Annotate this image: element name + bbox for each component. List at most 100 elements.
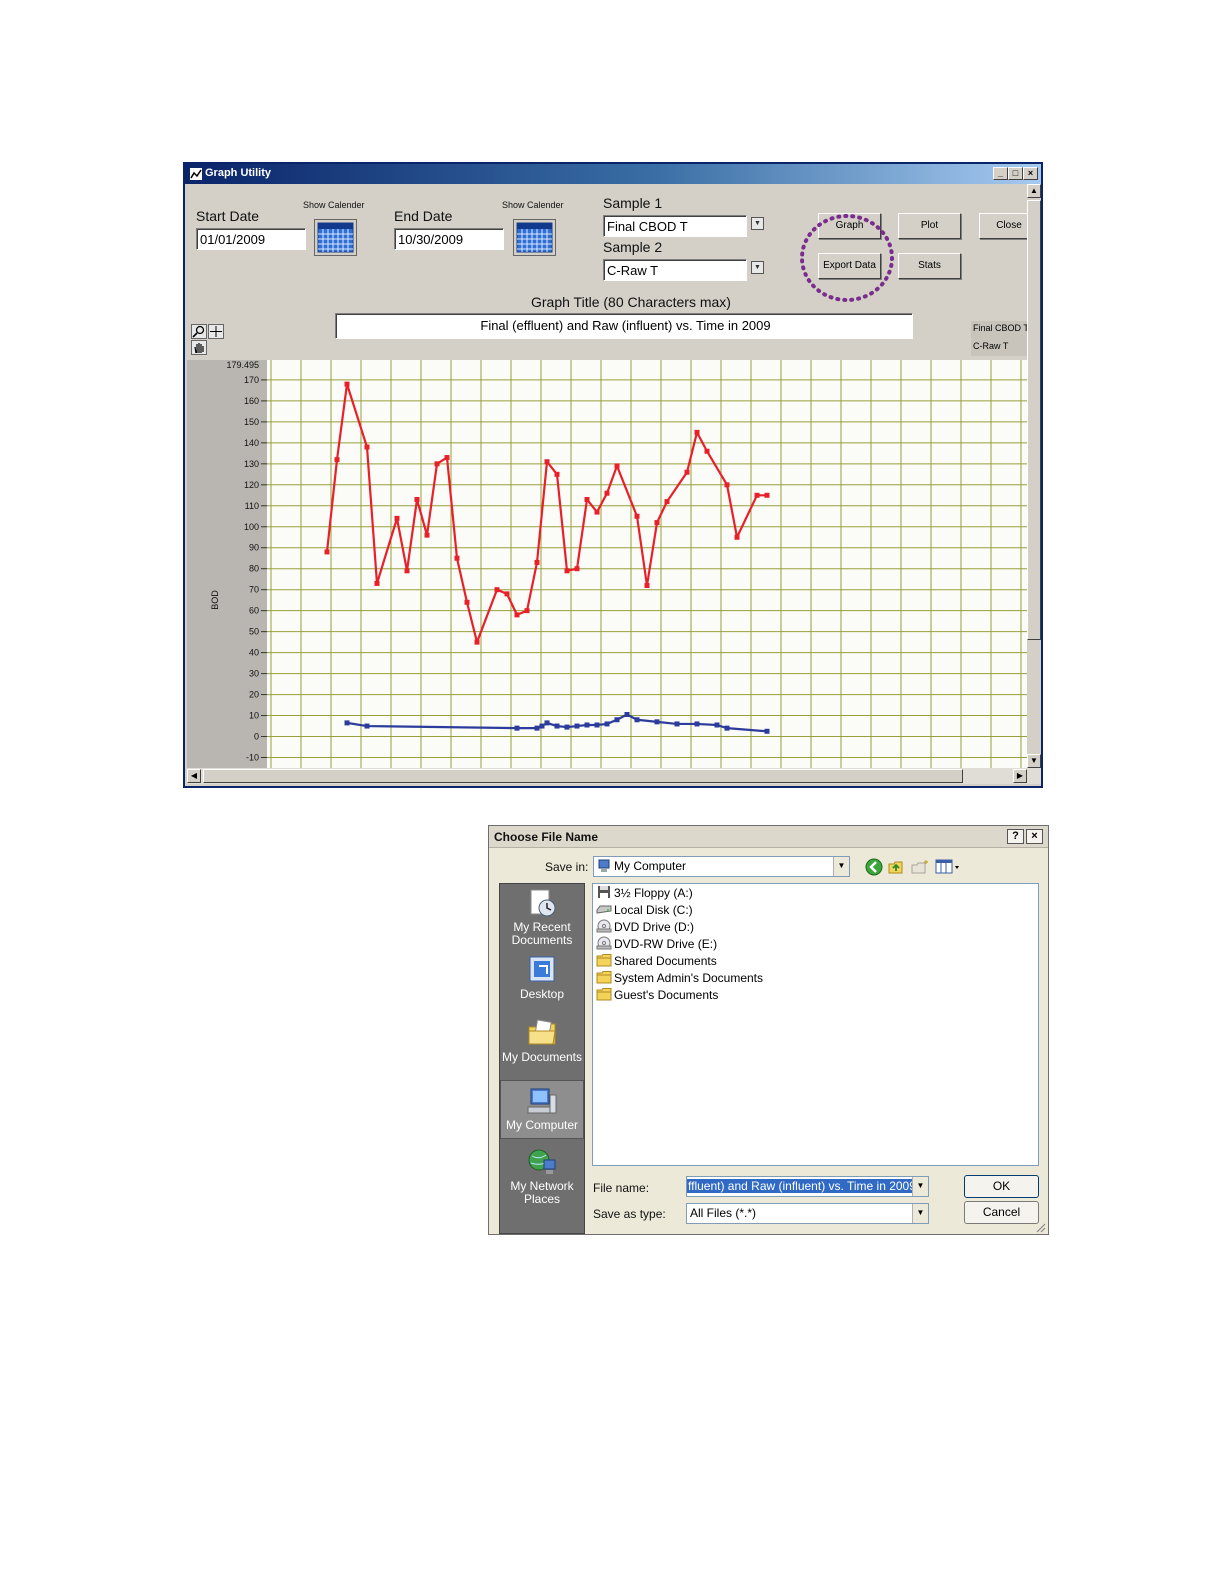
calendar-icon[interactable] xyxy=(513,219,556,256)
scroll-thumb[interactable] xyxy=(203,769,963,783)
close-window-button[interactable]: × xyxy=(1023,167,1038,180)
calendar-icon[interactable] xyxy=(314,219,357,256)
y-tick-label: 70 xyxy=(249,585,259,595)
plot-button[interactable]: Plot xyxy=(898,213,961,239)
folder-icon xyxy=(596,988,612,1001)
dialog-title-bar[interactable]: Choose File Name ? × xyxy=(489,826,1048,848)
scroll-left-icon[interactable]: ◀ xyxy=(187,769,201,783)
scroll-right-icon[interactable]: ▶ xyxy=(1013,769,1027,783)
file-list: 3½ Floppy (A:) Local Disk (C:) DVD Drive (… xyxy=(592,883,1039,1166)
y-tick-label: 30 xyxy=(249,669,259,679)
dialog-title: Choose File Name xyxy=(494,830,599,844)
back-icon[interactable] xyxy=(865,858,883,876)
cancel-button[interactable]: Cancel xyxy=(964,1201,1039,1224)
start-date-input[interactable]: 01/01/2009 xyxy=(196,228,306,250)
save-in-select[interactable]: My Computer ▼ xyxy=(593,856,850,877)
chevron-down-icon[interactable]: ▼ xyxy=(912,1177,928,1196)
chevron-down-icon[interactable]: ▼ xyxy=(912,1204,928,1223)
place-desktop[interactable]: Desktop xyxy=(500,954,584,1001)
data-point xyxy=(534,725,540,731)
data-point xyxy=(364,444,370,450)
y-axis-label: BOD xyxy=(210,590,220,610)
data-point xyxy=(414,496,420,502)
window-title: Graph Utility xyxy=(205,167,272,179)
app-icon xyxy=(190,168,202,180)
title-bar[interactable]: Graph Utility _ □ × xyxy=(185,164,1041,184)
ok-button[interactable]: OK xyxy=(964,1175,1039,1198)
file-name: Guest's Documents xyxy=(614,988,719,1002)
chart-area: 179.495 170 160 150 140 130 120 110 100 90 80 70 60 5… xyxy=(187,360,1027,768)
file-list-item[interactable]: DVD Drive (D:) xyxy=(596,919,694,935)
file-list-item[interactable]: Guest's Documents xyxy=(596,987,718,1003)
place-network-places[interactable]: My Network Places xyxy=(500,1146,584,1206)
resize-grip-icon[interactable] xyxy=(1034,1221,1046,1233)
graph-window-client: Start Date 01/01/2009 Show Calender End … xyxy=(187,184,1027,768)
horizontal-scrollbar[interactable]: ◀ ▶ xyxy=(187,768,1041,784)
desktop-icon xyxy=(529,956,555,982)
up-folder-icon[interactable] xyxy=(887,858,905,876)
maximize-button[interactable]: □ xyxy=(1008,167,1023,180)
help-button[interactable]: ? xyxy=(1007,829,1024,844)
y-tick-label: -10 xyxy=(246,753,259,763)
sample2-select[interactable]: C-Raw T xyxy=(603,259,747,281)
chevron-down-icon[interactable]: ▼ xyxy=(751,217,764,230)
minimize-button[interactable]: _ xyxy=(993,167,1008,180)
save-as-type-value: All Files (*.*) xyxy=(690,1206,757,1220)
file-list-item[interactable]: Shared Documents xyxy=(596,953,717,969)
close-dialog-button[interactable]: × xyxy=(1026,829,1043,844)
data-point xyxy=(614,717,620,723)
data-point xyxy=(574,723,580,729)
data-point xyxy=(494,587,500,593)
views-icon[interactable] xyxy=(935,858,961,876)
zoom-icon[interactable] xyxy=(191,324,207,339)
save-as-type-select[interactable]: All Files (*.*) ▼ xyxy=(686,1203,929,1224)
data-point xyxy=(404,568,410,574)
recent-documents-icon xyxy=(530,889,556,917)
data-point xyxy=(474,639,480,645)
file-list-item[interactable]: Local Disk (C:) xyxy=(596,902,693,918)
y-tick-label: 150 xyxy=(244,417,259,427)
vertical-scrollbar[interactable]: ▲ ▼ xyxy=(1027,184,1041,768)
data-point xyxy=(724,725,730,731)
sample1-select[interactable]: Final CBOD T xyxy=(603,215,747,237)
file-name: 3½ Floppy (A:) xyxy=(614,886,693,900)
end-date-input[interactable]: 10/30/2009 xyxy=(394,228,504,250)
scroll-down-icon[interactable]: ▼ xyxy=(1027,754,1041,768)
scroll-thumb[interactable] xyxy=(1027,200,1041,640)
place-label: My Documents xyxy=(501,1050,583,1064)
end-date-label: End Date xyxy=(394,208,453,224)
file-name: Shared Documents xyxy=(614,954,717,968)
file-list-item[interactable]: DVD-RW Drive (E:) xyxy=(596,936,717,952)
new-folder-icon[interactable] xyxy=(910,858,930,876)
data-point xyxy=(334,457,340,463)
data-point xyxy=(704,448,710,454)
data-point xyxy=(634,513,640,519)
file-list-item[interactable]: System Admin's Documents xyxy=(596,970,763,986)
data-point xyxy=(604,721,610,727)
stats-button[interactable]: Stats xyxy=(898,253,961,279)
pan-hand-icon[interactable] xyxy=(191,340,207,355)
save-as-type-label: Save as type: xyxy=(593,1207,666,1221)
close-button[interactable]: Close xyxy=(979,213,1027,239)
file-name: DVD Drive (D:) xyxy=(614,920,694,934)
data-point xyxy=(674,721,680,727)
crosshair-icon[interactable] xyxy=(208,324,224,339)
data-point xyxy=(554,471,560,477)
place-label: My Computer xyxy=(505,1118,579,1132)
place-my-documents[interactable]: My Documents xyxy=(500,1017,584,1064)
place-my-computer[interactable]: My Computer xyxy=(500,1080,584,1139)
place-recent-documents[interactable]: My Recent Documents xyxy=(500,887,584,947)
data-point xyxy=(694,721,700,727)
y-tick-label: 160 xyxy=(244,396,259,406)
chevron-down-icon[interactable]: ▼ xyxy=(833,857,849,876)
graph-title-input[interactable]: Final (effluent) and Raw (influent) vs. … xyxy=(335,313,913,339)
data-point xyxy=(514,725,520,731)
save-in-label: Save in: xyxy=(545,860,589,874)
scroll-up-icon[interactable]: ▲ xyxy=(1027,184,1041,198)
chevron-down-icon[interactable]: ▼ xyxy=(751,261,764,274)
file-name-input[interactable]: ffluent) and Raw (influent) vs. Time in … xyxy=(686,1176,929,1197)
folder-icon xyxy=(596,954,612,967)
data-point xyxy=(544,459,550,465)
file-list-item[interactable]: 3½ Floppy (A:) xyxy=(596,885,693,901)
data-point xyxy=(454,555,460,561)
